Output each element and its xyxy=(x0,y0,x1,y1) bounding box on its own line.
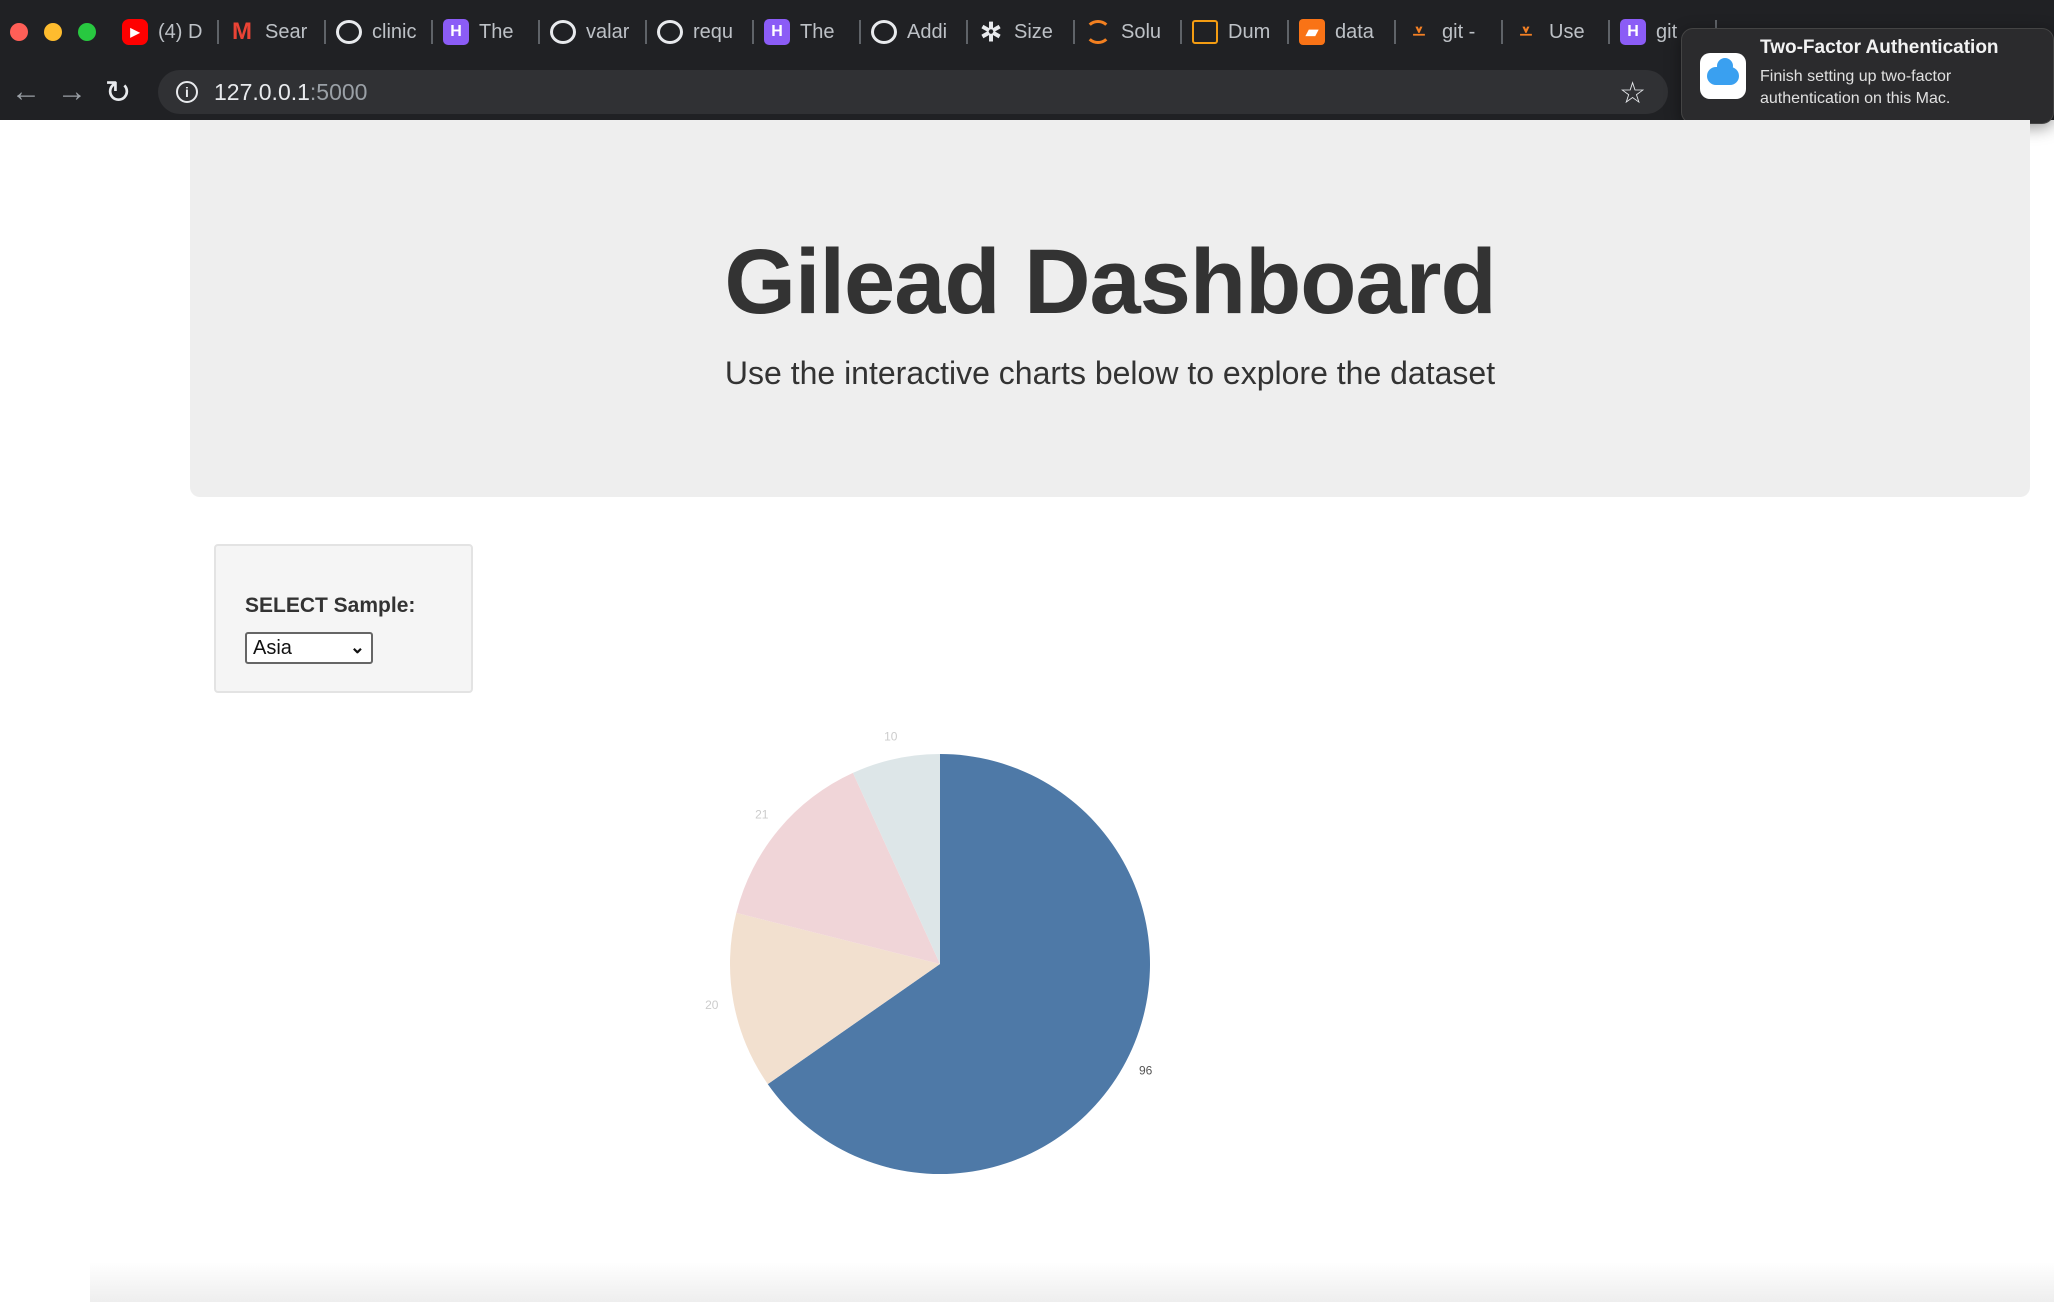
sample-select-label: SELECT Sample: xyxy=(245,594,416,617)
window-controls xyxy=(0,23,112,41)
browser-tab-label: Solu xyxy=(1121,20,1162,43)
address-bar[interactable]: i 127.0.0.1:5000 ☆ xyxy=(158,70,1668,114)
site-info-icon[interactable]: i xyxy=(176,81,198,103)
sample-select-value: Asia xyxy=(253,636,292,659)
browser-tab[interactable]: H The xyxy=(754,12,861,52)
chevron-down-icon: ⌄ xyxy=(349,637,365,657)
browser-tab-label: Addi xyxy=(907,20,948,43)
browser-tab[interactable]: ▶ (4) D xyxy=(112,12,219,52)
browser-tab-label: valar xyxy=(586,20,630,43)
browser-tab-label: git - xyxy=(1442,20,1476,43)
notification-body: Finish setting up two-factor authenticat… xyxy=(1760,68,1952,107)
browser-tab-label: Size xyxy=(1014,20,1053,43)
browser-tab[interactable]: clinic xyxy=(326,12,433,52)
browser-tab-label: git xyxy=(1656,20,1678,43)
stackoverflow-icon: ⩡ xyxy=(1412,19,1426,44)
hashnode-icon: H xyxy=(443,19,469,45)
github-icon xyxy=(336,20,362,44)
browser-tab[interactable]: valar xyxy=(540,12,647,52)
hashnode-icon: H xyxy=(764,19,790,45)
close-window-button[interactable] xyxy=(10,23,28,41)
youtube-icon: ▶ xyxy=(122,19,148,45)
stackoverflow-icon: ⩡ xyxy=(1519,19,1533,44)
pie-slice-label: 96 xyxy=(1139,1063,1153,1077)
page-subtitle: Use the interactive charts below to expl… xyxy=(724,355,1496,391)
browser-tab[interactable]: requ xyxy=(647,12,754,52)
github-icon xyxy=(871,20,897,44)
tableau-icon: ✲ xyxy=(980,16,1002,47)
browser-tab[interactable]: ⩡ Use xyxy=(1503,12,1610,52)
browser-tab-label: The xyxy=(479,20,514,43)
browser-tab-label: requ xyxy=(693,20,734,43)
browser-tab[interactable]: H The xyxy=(433,12,540,52)
browser-tab[interactable]: M Sear xyxy=(219,12,326,52)
two-factor-notification[interactable]: Two-Factor Authentication Finish setting… xyxy=(1681,28,2054,124)
refresh-site-icon xyxy=(1085,20,1111,44)
browser-tab-label: clinic xyxy=(372,20,417,43)
browser-tab-label: Dum xyxy=(1228,20,1271,43)
gmail-icon: M xyxy=(232,18,252,45)
page-bottom-shadow xyxy=(90,1262,2054,1302)
pie-slice-label: 20 xyxy=(705,998,719,1012)
browser-tabs: ▶ (4) D M Sear clinic H The valar requ H The Addi ✲ S… xyxy=(112,0,1717,64)
sample-selector-panel: SELECT Sample: Asia ⌄ xyxy=(214,544,473,693)
url-port: :5000 xyxy=(309,78,368,105)
browser-tab[interactable]: Solu xyxy=(1075,12,1182,52)
pie-slice-label: 10 xyxy=(884,730,898,743)
url-host: 127.0.0.1 xyxy=(214,78,310,105)
github-icon xyxy=(550,20,576,44)
browser-tab-label: Sear xyxy=(265,20,308,43)
sample-select[interactable]: Asia ⌄ xyxy=(245,632,373,664)
browser-tab[interactable]: ▰ data xyxy=(1289,12,1396,52)
maximize-window-button[interactable] xyxy=(78,23,96,41)
header-jumbotron: Gilead Dashboard Use the interactive cha… xyxy=(190,120,2030,497)
github-icon xyxy=(657,20,683,44)
browser-tab[interactable]: Addi xyxy=(861,12,968,52)
notification-title: Two-Factor Authentication xyxy=(1760,37,1999,58)
page-title: Gilead Dashboard xyxy=(724,231,1496,333)
document-icon xyxy=(1192,20,1218,44)
browser-tab-label: (4) D xyxy=(158,20,203,43)
browser-tab-label: data xyxy=(1335,20,1374,43)
bookmark-star-icon[interactable]: ☆ xyxy=(1619,76,1646,111)
browser-tab[interactable]: ✲ Size xyxy=(968,12,1075,52)
hashnode-icon: H xyxy=(1620,19,1646,45)
back-button[interactable]: ← xyxy=(6,72,46,112)
reload-button[interactable]: ↻ xyxy=(98,72,138,112)
pie-slice-label: 21 xyxy=(755,808,769,822)
browser-tab-label: The xyxy=(800,20,835,43)
book-icon: ▰ xyxy=(1299,19,1325,45)
icloud-icon xyxy=(1700,53,1746,99)
pie-chart: 96 20 21 10 xyxy=(705,730,1153,1174)
browser-tab[interactable]: ⩡ git - xyxy=(1396,12,1503,52)
browser-tab[interactable]: Dum xyxy=(1182,12,1289,52)
minimize-window-button[interactable] xyxy=(44,23,62,41)
browser-tab-label: Use xyxy=(1549,20,1585,43)
forward-button[interactable]: → xyxy=(52,72,92,112)
